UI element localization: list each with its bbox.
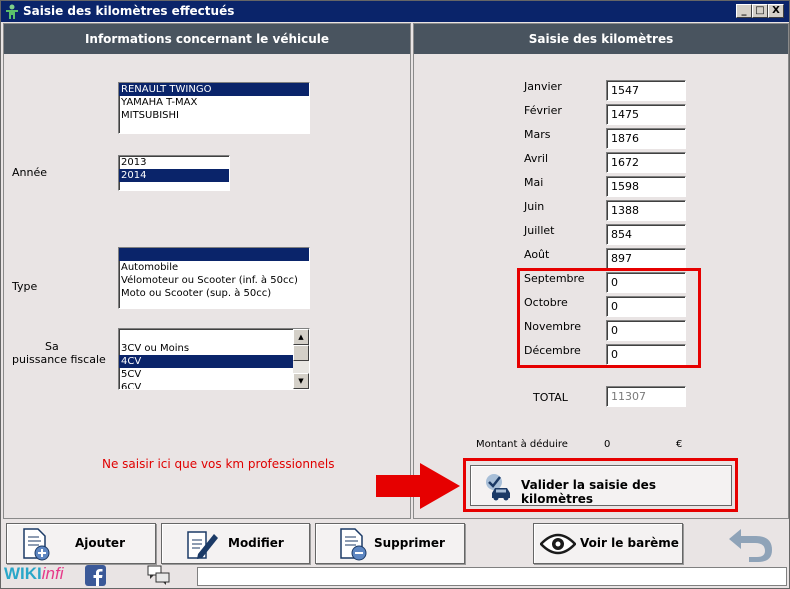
total-field: 11307 <box>606 386 686 407</box>
delete-document-icon <box>340 528 367 561</box>
undo-back-icon[interactable] <box>727 525 775 563</box>
title-bar[interactable]: Saisie des kilomètres effectués _ □ X <box>1 1 789 22</box>
total-label: TOTAL <box>533 391 568 404</box>
deduct-value: 0 <box>604 439 611 450</box>
eye-icon <box>540 533 576 555</box>
type-option[interactable]: Vélomoteur ou Scooter (inf. à 50cc) <box>119 274 309 287</box>
view-scale-label: Voir le barème <box>580 536 679 550</box>
vehicle-info-panel: Informations concernant le véhicule RENA… <box>3 23 411 519</box>
delete-button[interactable]: Supprimer <box>315 523 465 564</box>
add-document-icon <box>23 528 50 561</box>
power-label-line2: puissance fiscale <box>12 353 106 366</box>
car-check-icon <box>486 474 510 501</box>
window-title: Saisie des kilomètres effectués <box>23 4 235 18</box>
add-button[interactable]: Ajouter <box>6 523 156 564</box>
year-option[interactable]: 2014 <box>119 169 229 182</box>
scroll-thumb[interactable] <box>293 345 309 361</box>
month-km-input[interactable]: 1475 <box>606 104 686 125</box>
month-label: Juillet <box>524 224 555 237</box>
type-option[interactable] <box>119 248 309 261</box>
month-km-input[interactable]: 1598 <box>606 176 686 197</box>
vehicle-option[interactable]: MITSUBISHI <box>119 109 309 122</box>
km-entry-header: Saisie des kilomètres <box>414 24 788 54</box>
red-arrow-icon <box>376 463 460 509</box>
status-bar <box>197 567 787 586</box>
fiscal-power-option[interactable]: 4CV <box>119 355 293 368</box>
scroll-down-arrow-icon[interactable]: ▼ <box>293 373 309 389</box>
minimize-button[interactable]: _ <box>736 4 752 18</box>
type-listbox[interactable]: Automobile Vélomoteur ou Scooter (inf. à … <box>118 247 310 309</box>
validate-km-label: Valider la saisie des kilomètres <box>521 478 656 506</box>
month-km-input[interactable]: 1388 <box>606 200 686 221</box>
scroll-up-arrow-icon[interactable]: ▲ <box>293 329 309 345</box>
facebook-icon[interactable] <box>85 565 106 586</box>
year-option[interactable]: 2013 <box>119 156 229 169</box>
type-option[interactable]: Moto ou Scooter (sup. à 50cc) <box>119 287 309 300</box>
modify-button[interactable]: Modifier <box>161 523 310 564</box>
vehicle-info-header: Informations concernant le véhicule <box>4 24 410 54</box>
type-label: Type <box>12 280 38 293</box>
vehicle-option[interactable]: RENAULT TWINGO <box>119 83 309 96</box>
app-person-icon <box>6 4 18 19</box>
power-label-line1: Sa <box>45 340 59 353</box>
view-scale-button[interactable]: Voir le barème <box>533 523 683 564</box>
month-km-input[interactable]: 854 <box>606 224 686 245</box>
validate-km-button[interactable]: Valider la saisie des kilomètres <box>470 465 732 506</box>
fiscal-power-listbox[interactable]: 3CV ou Moins 4CV 5CV 6CV ▲ ▼ <box>118 328 310 390</box>
power-scrollbar[interactable]: ▲ ▼ <box>293 329 309 389</box>
add-button-label: Ajouter <box>75 536 125 550</box>
month-label: Mars <box>524 128 551 141</box>
modify-button-label: Modifier <box>228 536 284 550</box>
chat-bubbles-icon[interactable] <box>147 565 171 586</box>
maximize-button[interactable]: □ <box>752 4 768 18</box>
highlight-frame <box>517 268 701 368</box>
fiscal-power-option[interactable]: 3CV ou Moins <box>119 342 293 355</box>
delete-button-label: Supprimer <box>374 536 445 550</box>
professional-km-warning: Ne saisir ici que vos km professionnels <box>102 457 335 471</box>
month-km-input[interactable]: 897 <box>606 248 686 269</box>
wikiinfi-logo[interactable]: WIKIinfi <box>4 564 64 584</box>
main-window: Saisie des kilomètres effectués _ □ X In… <box>0 0 790 589</box>
fiscal-power-option[interactable] <box>119 329 293 342</box>
fiscal-power-option[interactable]: 6CV <box>119 381 293 389</box>
month-label: Mai <box>524 176 544 189</box>
month-km-input[interactable]: 1876 <box>606 128 686 149</box>
year-listbox[interactable]: 2013 2014 <box>118 155 230 191</box>
deduct-label: Montant à déduire <box>476 439 568 450</box>
deduct-currency: € <box>676 439 683 450</box>
month-label: Avril <box>524 152 549 165</box>
month-km-input[interactable]: 1672 <box>606 152 686 173</box>
month-label: Février <box>524 104 562 117</box>
vehicle-option[interactable]: YAMAHA T-MAX <box>119 96 309 109</box>
type-option[interactable]: Automobile <box>119 261 309 274</box>
close-button[interactable]: X <box>768 4 784 18</box>
edit-pencil-icon <box>187 531 218 559</box>
fiscal-power-option[interactable]: 5CV <box>119 368 293 381</box>
month-label: Juin <box>524 200 545 213</box>
vehicle-listbox[interactable]: RENAULT TWINGO YAMAHA T-MAX MITSUBISHI <box>118 82 310 134</box>
month-km-input[interactable]: 1547 <box>606 80 686 101</box>
month-label: Janvier <box>524 80 562 93</box>
month-label: Août <box>524 248 550 261</box>
year-label: Année <box>12 166 48 179</box>
km-entry-panel: Saisie des kilomètres Janvier 1547 Février… <box>413 23 789 519</box>
